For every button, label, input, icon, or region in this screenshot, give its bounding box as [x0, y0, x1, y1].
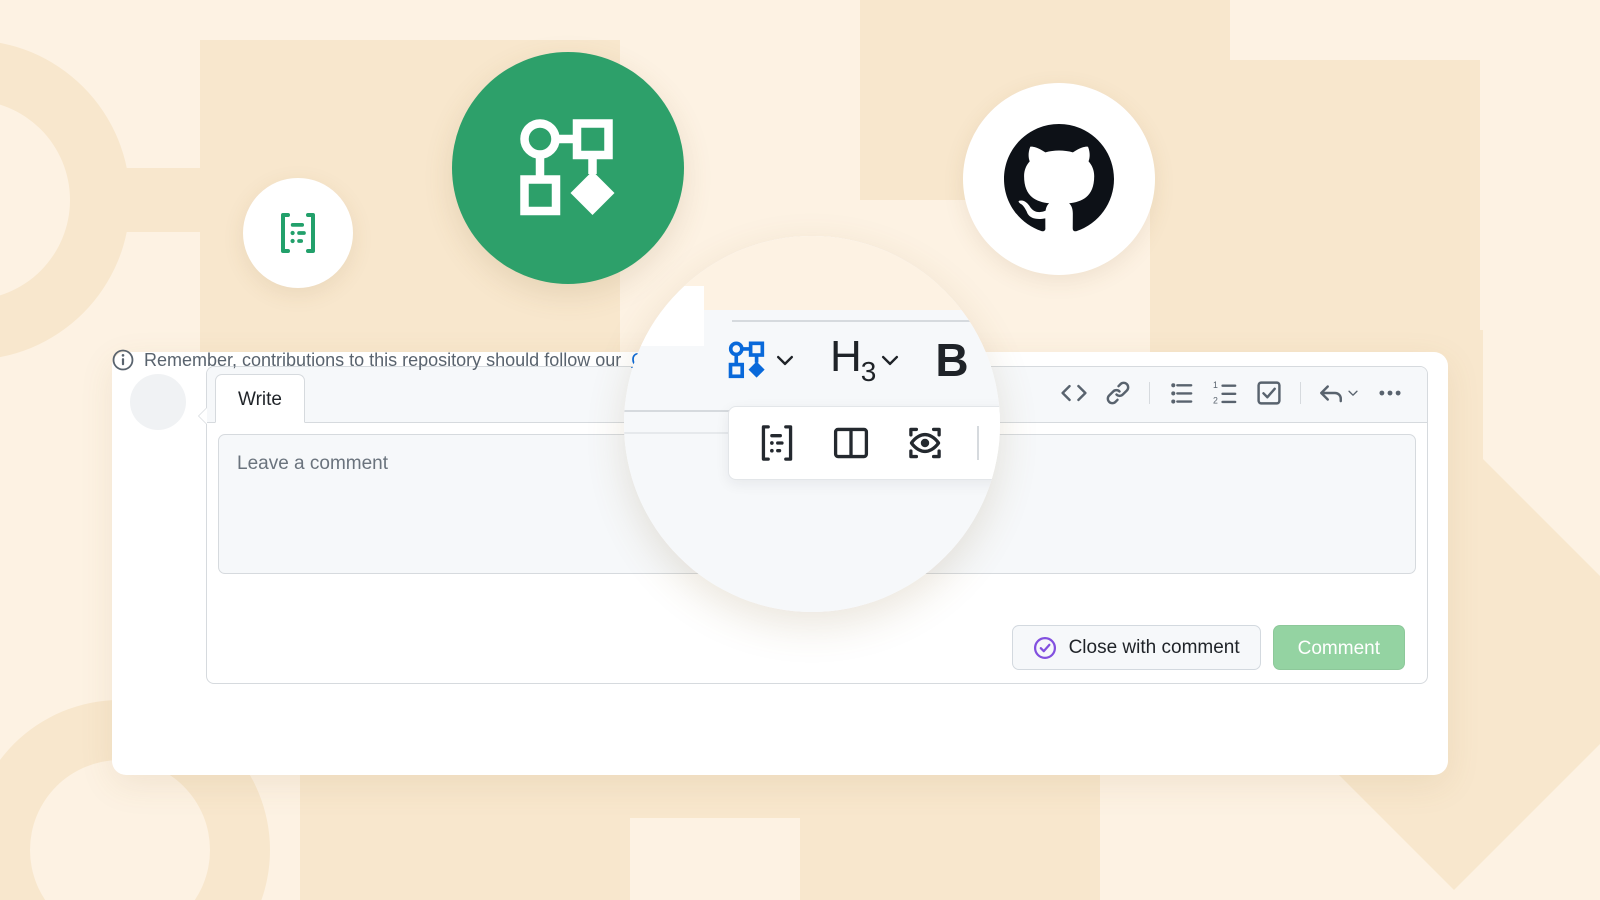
issue-closed-icon	[1033, 636, 1056, 659]
insert-diagram-button[interactable]	[724, 337, 798, 383]
split-view-button[interactable]	[829, 421, 873, 465]
kebab-horizontal-icon	[1379, 390, 1401, 396]
overflow-button[interactable]	[1371, 374, 1409, 412]
composer-actions: Close with comment Comment	[1011, 625, 1405, 670]
composer-arrow	[198, 407, 207, 425]
code-icon	[1061, 384, 1087, 402]
close-with-comment-label: Close with comment	[1068, 636, 1240, 658]
chevron-down-icon	[776, 355, 794, 366]
chevron-down-icon	[1348, 390, 1358, 396]
svg-text:2: 2	[1213, 396, 1218, 406]
diagram-as-code-icon	[281, 213, 315, 253]
code-button[interactable]	[1055, 374, 1093, 412]
workflow-diagram-icon	[520, 119, 615, 216]
task-checkbox-icon	[1257, 381, 1281, 405]
toolbar-divider	[1149, 382, 1150, 404]
diagram-as-code-icon	[761, 425, 793, 461]
ordered-list-button[interactable]: 1 2	[1206, 374, 1244, 412]
magnifier-card-corner	[624, 286, 704, 346]
heading-h3-icon: H3	[830, 332, 876, 387]
diagram-code-button[interactable]	[755, 421, 799, 465]
workflow-diagram-icon	[728, 341, 765, 379]
toolbar-divider	[1300, 382, 1301, 404]
comment-submit-button[interactable]: Comment	[1272, 625, 1405, 670]
magnifier-primary-row: H3 B	[724, 332, 969, 388]
github-mark-icon	[1004, 124, 1114, 232]
chevron-down-icon	[882, 355, 899, 366]
magnifier-popup-divider	[977, 426, 979, 460]
link-icon	[1106, 381, 1130, 405]
task-list-button[interactable]	[1250, 374, 1288, 412]
eye-preview-icon	[909, 427, 941, 459]
split-columns-icon	[833, 427, 869, 459]
bulleted-list-icon	[1171, 383, 1193, 404]
magnifier-lens: H3 B	[624, 236, 1000, 612]
link-button[interactable]	[1099, 374, 1137, 412]
close-with-comment-button[interactable]: Close with comment	[1011, 625, 1261, 670]
magnifier-top-border	[732, 320, 1000, 322]
unordered-list-button[interactable]	[1162, 374, 1200, 412]
preview-button[interactable]	[903, 421, 947, 465]
svg-text:1: 1	[1213, 380, 1218, 390]
info-icon	[112, 349, 134, 371]
footer-text: Remember, contributions to this reposito…	[144, 349, 622, 370]
bold-icon: B	[935, 333, 969, 386]
bold-button[interactable]: B	[935, 333, 968, 387]
avatar	[130, 374, 186, 430]
numbered-list-icon: 1 2	[1213, 380, 1237, 406]
bubble-mermaid-logo	[243, 178, 353, 288]
reply-arrow-icon	[1320, 385, 1342, 403]
magnifier-content: H3 B	[624, 236, 1000, 612]
screenshot-root: Write 1 2 Leave a comment Close with com…	[0, 0, 1600, 900]
reply-button[interactable]	[1313, 374, 1365, 412]
formatting-toolbar: 1 2	[1055, 374, 1427, 422]
tab-write[interactable]: Write	[215, 374, 305, 423]
heading-button[interactable]: H3	[830, 332, 903, 388]
magnifier-popup-row	[728, 406, 1000, 480]
